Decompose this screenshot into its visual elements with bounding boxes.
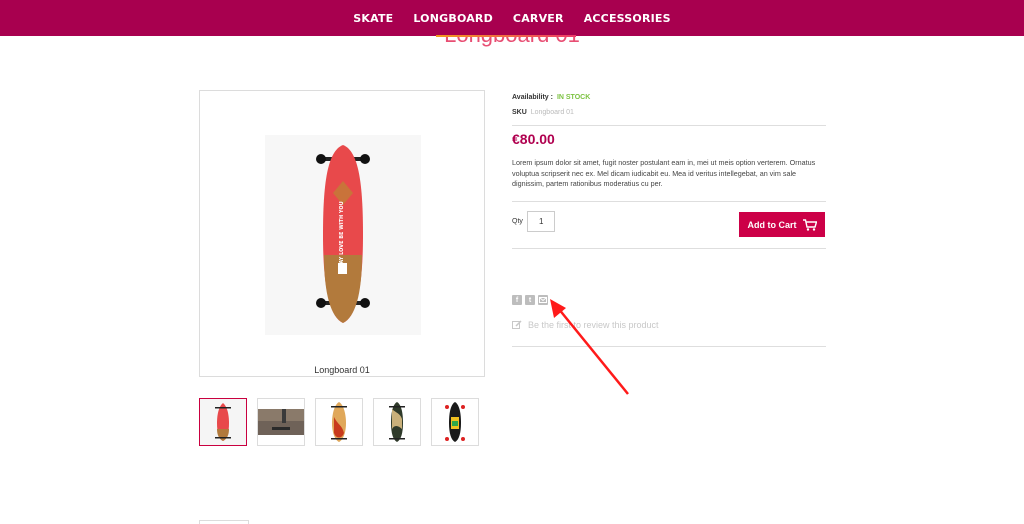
title-underline [436, 35, 576, 37]
facebook-icon[interactable]: f [512, 295, 522, 305]
product-description: Lorem ipsum dolor sit amet, fugit noster… [512, 158, 816, 188]
product-image-frame[interactable]: MAY LOVE BE WITH YOU Longboard 01 [199, 90, 485, 377]
nav-longboard[interactable]: LONGBOARD [413, 12, 493, 25]
thumbnail-flame-deck[interactable] [315, 398, 363, 446]
thumbnail-pink-pintail-image [200, 399, 246, 445]
thumbnail-black-deck[interactable] [431, 398, 479, 446]
qty-label: Qty [512, 218, 523, 225]
cart-icon [802, 218, 817, 231]
sku-label: SKU [512, 109, 527, 116]
sku-row: SKU Longboard 01 [512, 109, 826, 116]
board-slogan: MAY LOVE BE WITH YOU [339, 201, 345, 268]
twitter-icon[interactable]: t [525, 295, 535, 305]
divider [512, 201, 826, 202]
main-navigation: SKATE LONGBOARD CARVER ACCESSORIES [0, 0, 1024, 36]
thumbnail-pink-pintail[interactable] [199, 398, 247, 446]
nav-skate[interactable]: SKATE [353, 12, 393, 25]
stock-status: IN STOCK [556, 94, 591, 101]
thumbnail-rider-photo[interactable] [257, 398, 305, 446]
thumbnail-tan-deck[interactable] [373, 398, 421, 446]
thumbnail-rider-photo-image [258, 399, 304, 445]
thumbnail-black-deck-image [432, 399, 478, 445]
availability-label: Availability : [512, 94, 553, 101]
edit-icon [512, 320, 522, 329]
product-info: Availability : IN STOCK SKU Longboard 01 [512, 90, 826, 116]
qty-input[interactable]: 1 [527, 211, 555, 232]
annotation-arrow [550, 299, 629, 395]
image-caption: Longboard 01 [314, 365, 370, 375]
add-to-cart-button[interactable]: Add to Cart [739, 212, 825, 237]
thumbnail-flame-deck-image [316, 399, 362, 445]
nav-accessories[interactable]: ACCESSORIES [584, 12, 671, 25]
product-price: €80.00 [512, 131, 555, 147]
divider [512, 248, 826, 249]
sku-value: Longboard 01 [530, 109, 574, 116]
nav-carver[interactable]: CARVER [513, 12, 564, 25]
add-to-cart-label: Add to Cart [747, 219, 797, 230]
divider [512, 125, 826, 126]
tab-stub [199, 520, 249, 524]
thumbnail-strip [199, 398, 479, 446]
thumbnail-tan-deck-image [374, 399, 420, 445]
availability-row: Availability : IN STOCK [512, 94, 826, 101]
longboard-image: MAY LOVE BE WITH YOU [316, 145, 370, 323]
